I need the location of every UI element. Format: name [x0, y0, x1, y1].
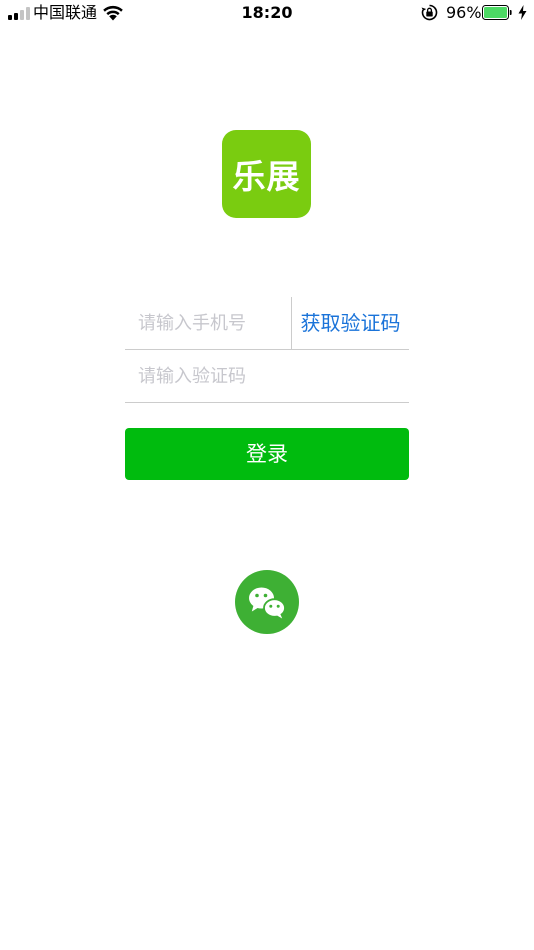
code-field-row: [125, 350, 409, 403]
wechat-icon: [249, 587, 286, 619]
verification-code-input[interactable]: [125, 350, 408, 402]
app-logo-text: 乐展: [232, 157, 301, 196]
phone-number-input[interactable]: [125, 297, 288, 349]
status-bar: 中国联通 18:20 96%: [0, 0, 534, 28]
login-button[interactable]: 登录: [125, 428, 409, 480]
app-logo: 乐展: [222, 130, 311, 218]
battery-percentage: 96%: [446, 3, 482, 22]
wechat-login-button[interactable]: [235, 570, 299, 634]
rotation-lock-icon: [421, 4, 438, 21]
phone-field-row: 获取验证码: [125, 297, 409, 350]
charging-icon: [518, 5, 527, 20]
battery-icon: [482, 5, 512, 20]
get-verification-code-button[interactable]: 获取验证码: [292, 297, 409, 349]
